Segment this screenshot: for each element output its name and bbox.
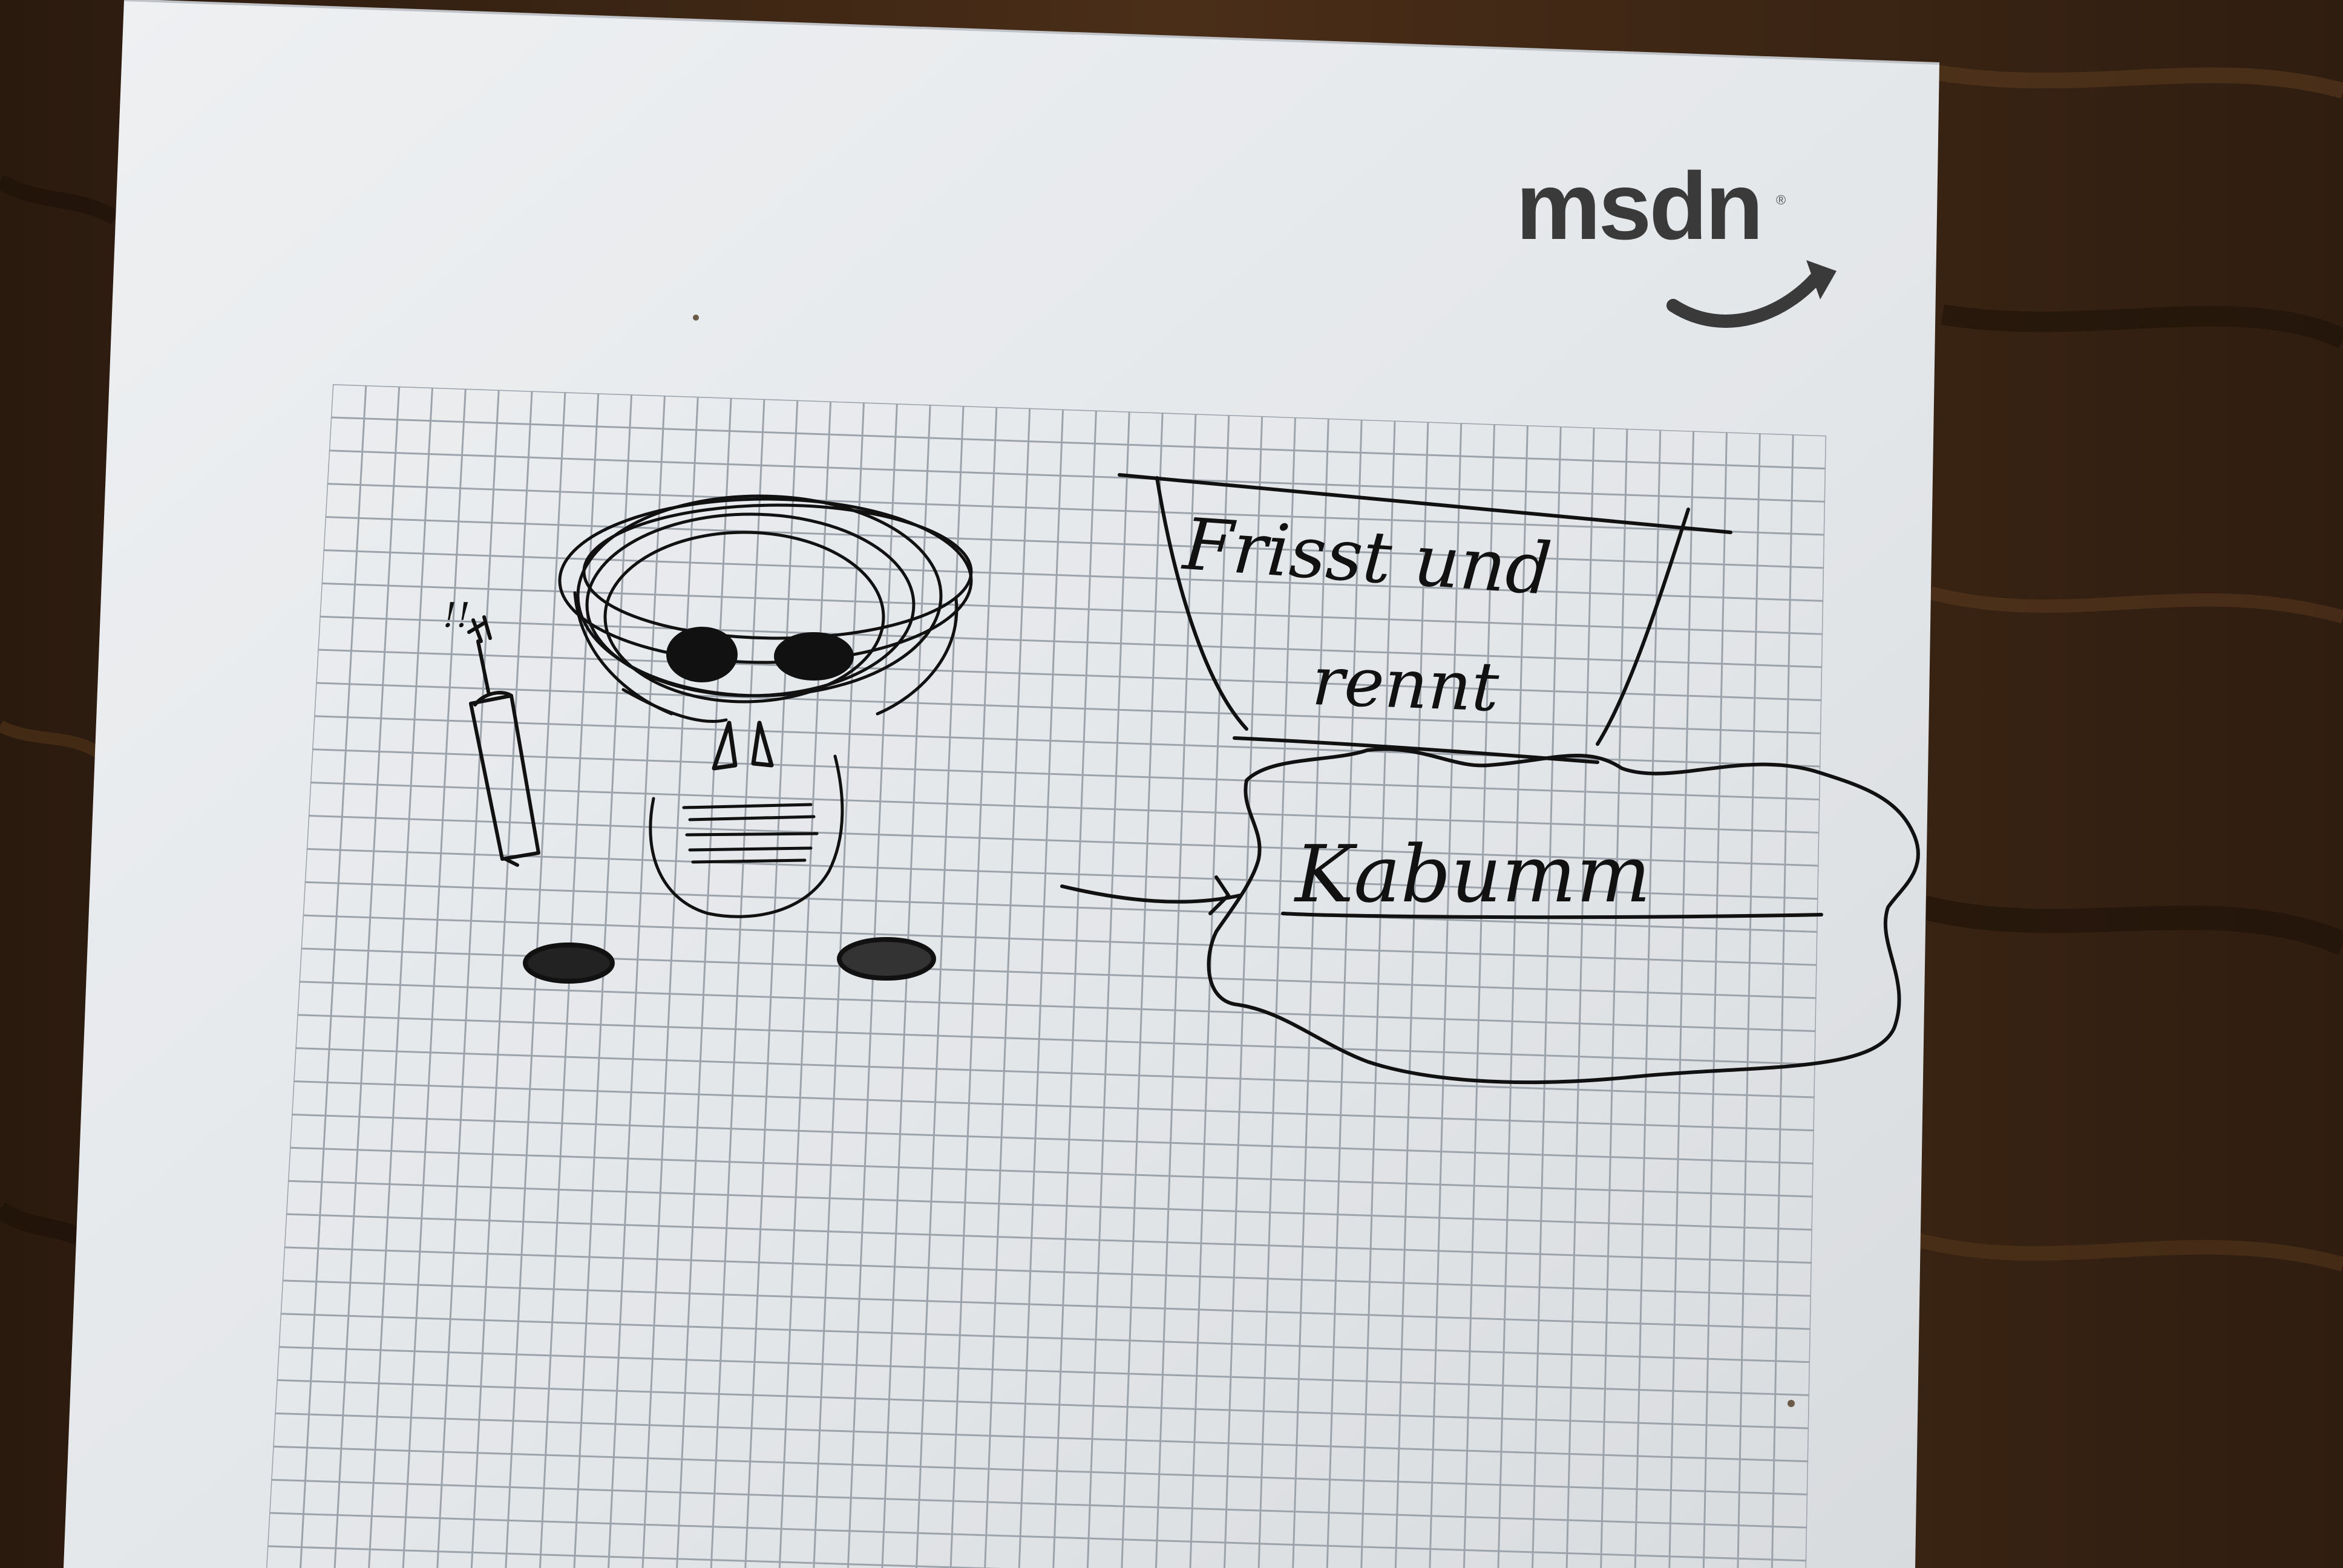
- msdn-logo-registered-mark: ®: [1776, 192, 1786, 207]
- msdn-logo: msdn: [1516, 153, 1763, 260]
- bucket-text-line2: rennt: [1310, 642, 1501, 727]
- cloud-text: Kabumm: [1295, 828, 1651, 920]
- warning-mark: !!: [443, 596, 471, 635]
- photo-scene: [0, 0, 2343, 1568]
